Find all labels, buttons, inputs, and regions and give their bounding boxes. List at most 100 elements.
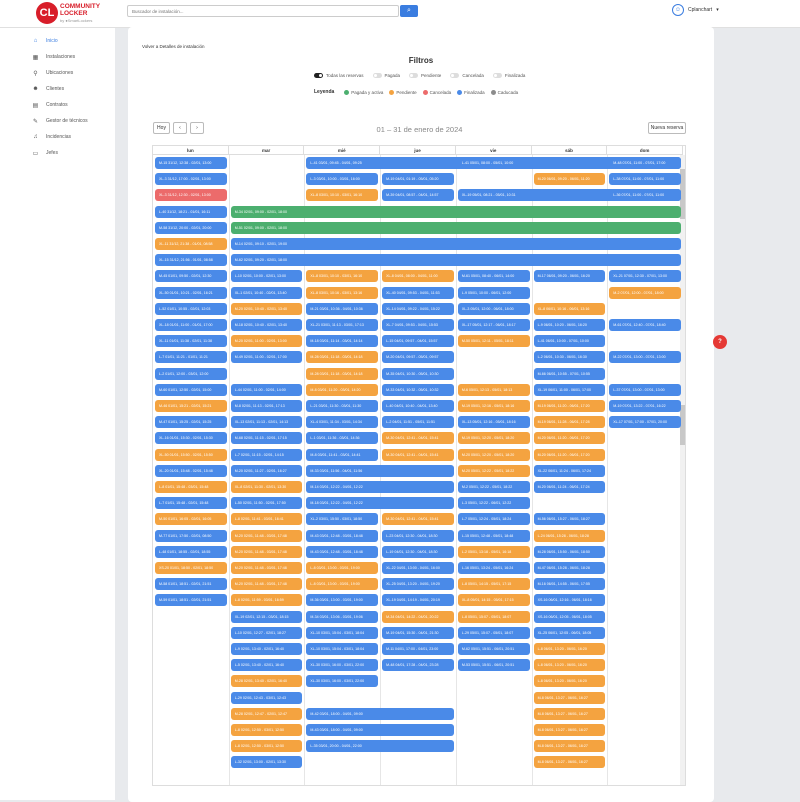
calendar-event[interactable]: M-28 02/01, 13:40 - 02/01, 16:40: [230, 675, 303, 688]
calendar-event[interactable]: L-21 03/01, 11:30 - 03/01, 11:30: [306, 400, 379, 412]
calendar-event[interactable]: M-11 04/01, 17:00 - 04/01, 23:00: [382, 643, 454, 655]
calendar-event[interactable]: M-8 06/01, 13:27 - 06/01, 16:27: [533, 724, 606, 736]
calendar-event[interactable]: XL-20 01/01, 15:48 - 02/01, 15:48: [155, 464, 227, 477]
calendar-event[interactable]: L-1 03/01, 11:36 - 03/01, 14:36: [306, 432, 379, 445]
calendar-event[interactable]: L-8 06/01, 13:20 - 06/01, 16:20: [533, 675, 606, 688]
calendar-event[interactable]: M-46 01/01, 15:21 - 02/01, 15:21: [155, 400, 227, 412]
calendar-event[interactable]: XL-40 04/01, 09:53 - 04/01, 11:53: [382, 286, 454, 299]
calendar-event[interactable]: M-48 04/01, 17:28 - 04/01, 23:28: [382, 659, 454, 672]
toggle-switch[interactable]: [409, 73, 419, 78]
calendar-event[interactable]: M-17 06/01, 09:20 - 06/01, 16:20: [533, 270, 606, 283]
calendar-event[interactable]: XL-22 04/01, 13:00 - 04/01, 16:00: [382, 562, 454, 574]
calendar-event[interactable]: XL-11 31/12, 21:38 - 01/01, 08:58: [155, 238, 227, 250]
toggle-switch[interactable]: [450, 73, 460, 78]
calendar-event[interactable]: M-61 05/01, 08:40 - 06/01, 14:00: [457, 270, 530, 283]
calendar-event[interactable]: M-30 04/01, 12:41 - 04/01, 15:41: [382, 448, 454, 461]
sidebar-item-inicio[interactable]: ⌂ Inicio: [0, 33, 115, 49]
calendar-event[interactable]: XL-8 03/01, 10:10 - 03/01, 16:10: [306, 270, 379, 283]
calendar-event[interactable]: M-20 02/01, 11:48 - 03/01, 17:48: [230, 578, 303, 591]
calendar-event[interactable]: M-28 03/01, 11:18 - 03/01, 14:18: [306, 351, 379, 364]
calendar-event[interactable]: L-2 05/01, 13:18 - 05/01, 16:18: [457, 545, 530, 558]
calendar-event[interactable]: XL-10 03/01, 15:04 - 03/01, 18:04: [306, 626, 379, 639]
calendar-event[interactable]: M-28 03/01, 11:18 - 03/01, 14:18: [306, 367, 379, 380]
calendar-event[interactable]: M-20 02/01, 11:48 - 03/01, 17:48: [230, 545, 303, 558]
calendar-event[interactable]: M-18 03/01, 11:14 - 03/01, 14:14: [306, 335, 379, 348]
calendar-event[interactable]: L-8 03/01, 13:00 - 03/01, 19:00: [306, 578, 379, 591]
calendar-event[interactable]: L-40 04/01, 10:40 - 04/01, 13:40: [382, 400, 454, 412]
calendar-event[interactable]: L-8 06/01, 13:20 - 06/01, 16:20: [533, 659, 606, 672]
calendar-event[interactable]: M-6 05/01, 12:13 - 05/01, 18:13: [457, 383, 530, 396]
calendar-event[interactable]: M-28 06/01, 15:50 - 06/01, 18:50: [533, 545, 606, 558]
calendar-event[interactable]: XL-19 06/01, 11:00 - 06/01, 17:00: [533, 383, 606, 396]
calendar-event[interactable]: M-35 04/01, 10:30 - 05/01, 10:30: [382, 367, 454, 380]
calendar-event[interactable]: L-5 02/01, 13:40 - 02/01, 16:40: [230, 659, 303, 672]
calendar-event[interactable]: XL-50 01/01, 10:21 - 02/01, 16:21: [155, 286, 227, 299]
back-link[interactable]: Volver a Detalles de instalación: [142, 44, 205, 49]
calendar-event[interactable]: XL-25 06/01, 12:05 - 06/01, 18:05: [533, 626, 606, 639]
calendar-event[interactable]: XL-30 03/01, 16:00 - 03/01, 22:00: [306, 659, 379, 672]
calendar-event[interactable]: M-19 05/01, 12:16 - 05/01, 18:16: [457, 400, 530, 412]
calendar-event[interactable]: M-39 04/01, 08:57 - 04/01, 14:57: [382, 189, 454, 202]
calendar-event[interactable]: M-36 03/01, 13:00 - 03/01, 19:00: [306, 594, 379, 607]
calendar-event[interactable]: M-22 07/01, 13:00 - 07/01, 13:00: [609, 351, 681, 364]
calendar-event[interactable]: M-19 04/01, 01:19 - 05/01, 05:20: [382, 173, 454, 186]
calendar-event[interactable]: M-50 01/01, 16:05 - 02/01, 16:05: [155, 513, 227, 526]
calendar-event[interactable]: M-20 04/01, 09:57 - 05/01, 09:57: [382, 351, 454, 364]
calendar-event[interactable]: XL-15 31/12, 21:56 - 01/01, 08:58: [155, 254, 227, 267]
calendar-event[interactable]: XL-13 05/01, 12:16 - 05/01, 18:16: [457, 416, 530, 429]
calendar-event[interactable]: L-7 05/01, 12:24 - 05/01, 18:24: [457, 513, 530, 526]
calendar-event[interactable]: L-7 02/01, 11:15 - 02/01, 14:15: [230, 448, 303, 461]
calendar-event[interactable]: M-18 02/01, 10:40 - 02/01, 13:40: [230, 319, 303, 331]
calendar-event[interactable]: M-34 03/01, 13:06 - 03/01, 19:06: [306, 610, 379, 623]
calendar-event[interactable]: M-59 01/01, 18:51 - 02/01, 21:51: [155, 594, 227, 607]
calendar-event[interactable]: L-40 31/12, 18:21 - 01/01, 16:11: [155, 205, 227, 218]
calendar-event[interactable]: M-19 06/01, 11:20 - 06/01, 17:20: [533, 400, 606, 412]
calendar-event[interactable]: M-8 06/01, 13:27 - 06/01, 16:27: [533, 691, 606, 704]
toggle-switch[interactable]: [314, 73, 323, 78]
calendar-event[interactable]: M-20 06/01, 11:20 - 06/01, 17:20: [533, 432, 606, 445]
sidebar-item-jefes[interactable]: ▭ Jefes: [0, 145, 115, 161]
calendar-event[interactable]: M-45 01/01, 09:50 - 02/01, 12:30: [155, 270, 227, 283]
calendar-event[interactable]: XL-8 05/01, 14:15 - 05/01, 17:15: [457, 594, 530, 607]
toggle-switch[interactable]: [372, 73, 382, 78]
calendar-event[interactable]: M-14 02/01, 09:10 - 02/01, 19:00: [230, 238, 681, 250]
calendar-event[interactable]: XL-19 04/01, 14:19 - 04/01, 20:19: [382, 594, 454, 607]
calendar-event[interactable]: M-14 03/01, 12:22 - 04/01, 12:22: [306, 481, 454, 493]
calendar-event[interactable]: XS-16 06/01, 12:05 - 06/01, 18:05: [533, 610, 606, 623]
calendar-event[interactable]: L-8 06/01, 13:20 - 06/01, 16:20: [533, 643, 606, 655]
calendar-event[interactable]: L-23 04/01, 12:30 - 04/01, 18:30: [382, 529, 454, 542]
calendar-event[interactable]: L-35 03/01, 20:00 - 04/01, 22:00: [306, 740, 454, 753]
calendar-event[interactable]: XL-7 04/01, 09:53 - 04/01, 15:53: [382, 319, 454, 331]
calendar-event[interactable]: M-28 02/01, 12:47 - 02/01, 12:47: [230, 707, 303, 720]
calendar-event[interactable]: XL-3 31/12, 17:00 - 02/01, 13:00: [155, 173, 227, 186]
calendar-event[interactable]: L-36 07/01, 11:00 - 07/01, 11:00: [609, 189, 681, 202]
calendar-event[interactable]: XL-1 02/01, 10:40 - 02/01, 13:40: [230, 286, 303, 299]
calendar-event[interactable]: M-20 02/01, 11:48 - 03/01, 17:48: [230, 529, 303, 542]
calendar-event[interactable]: XL-30 03/01, 16:00 - 03/01, 22:00: [306, 675, 379, 688]
calendar-event[interactable]: L-41 05/01, 08:00 - 05/01, 10:00: [457, 157, 530, 169]
calendar-event[interactable]: M-58 31/12, 20:00 - 02/01, 20:00: [155, 221, 227, 234]
calendar-event[interactable]: L-8 05/01, 15:07 - 05/01, 18:07: [457, 610, 530, 623]
calendar-event[interactable]: XL-19 02/01, 12:15 - 03/01, 18:15: [230, 610, 303, 623]
calendar-event[interactable]: M-34 02/01, 09:00 - 02/01, 18:00: [230, 205, 681, 218]
calendar-event[interactable]: L-8 01/01, 15:48 - 03/01, 15:48: [155, 481, 227, 493]
calendar-event[interactable]: M-43 03/01, 12:48 - 03/01, 18:48: [306, 545, 379, 558]
calendar-event[interactable]: M-34 04/01, 14:22 - 04/01, 20:22: [382, 610, 454, 623]
calendar-event[interactable]: M-20 06/01, 11:20 - 06/01, 17:20: [533, 448, 606, 461]
calendar-event[interactable]: XL-13 02/01, 11:13 - 02/01, 14:13: [230, 416, 303, 429]
calendar-event[interactable]: XL-10 03/01, 15:04 - 03/01, 18:04: [306, 643, 379, 655]
calendar-event[interactable]: M-15 31/12, 12:38 - 02/01, 13:00: [155, 157, 227, 169]
new-reservation-button[interactable]: Nueva reserva: [648, 122, 686, 134]
calendar-event[interactable]: M-61 07/01, 12:40 - 07/01, 18:40: [609, 319, 681, 331]
calendar-event[interactable]: M-58 01/01, 18:51 - 02/01, 21:51: [155, 578, 227, 591]
calendar-event[interactable]: L-10 02/01, 12:27 - 02/01, 18:27: [230, 626, 303, 639]
calendar-event[interactable]: L-8 02/01, 11:59 - 03/01, 16:59: [230, 594, 303, 607]
calendar-event[interactable]: M-20 06/01, 09:20 - 06/01, 11:20: [533, 173, 606, 186]
calendar-event[interactable]: XL-18 01/01, 11:00 - 01/01, 17:00: [155, 319, 227, 331]
search-button[interactable]: ⌕: [400, 5, 418, 17]
calendar-event[interactable]: XL-22 06/01, 11:24 - 06/01, 17:24: [533, 464, 606, 477]
calendar-event[interactable]: L-2 01/01, 12:00 - 03/01, 12:00: [155, 367, 227, 380]
calendar-event[interactable]: M-43 03/01, 18:00 - 04/01, 09:00: [306, 724, 454, 736]
calendar-event[interactable]: L-9 05/01, 10:00 - 06/01, 12:00: [457, 286, 530, 299]
user-menu[interactable]: ☺ Cplanchart ▾: [672, 4, 719, 16]
